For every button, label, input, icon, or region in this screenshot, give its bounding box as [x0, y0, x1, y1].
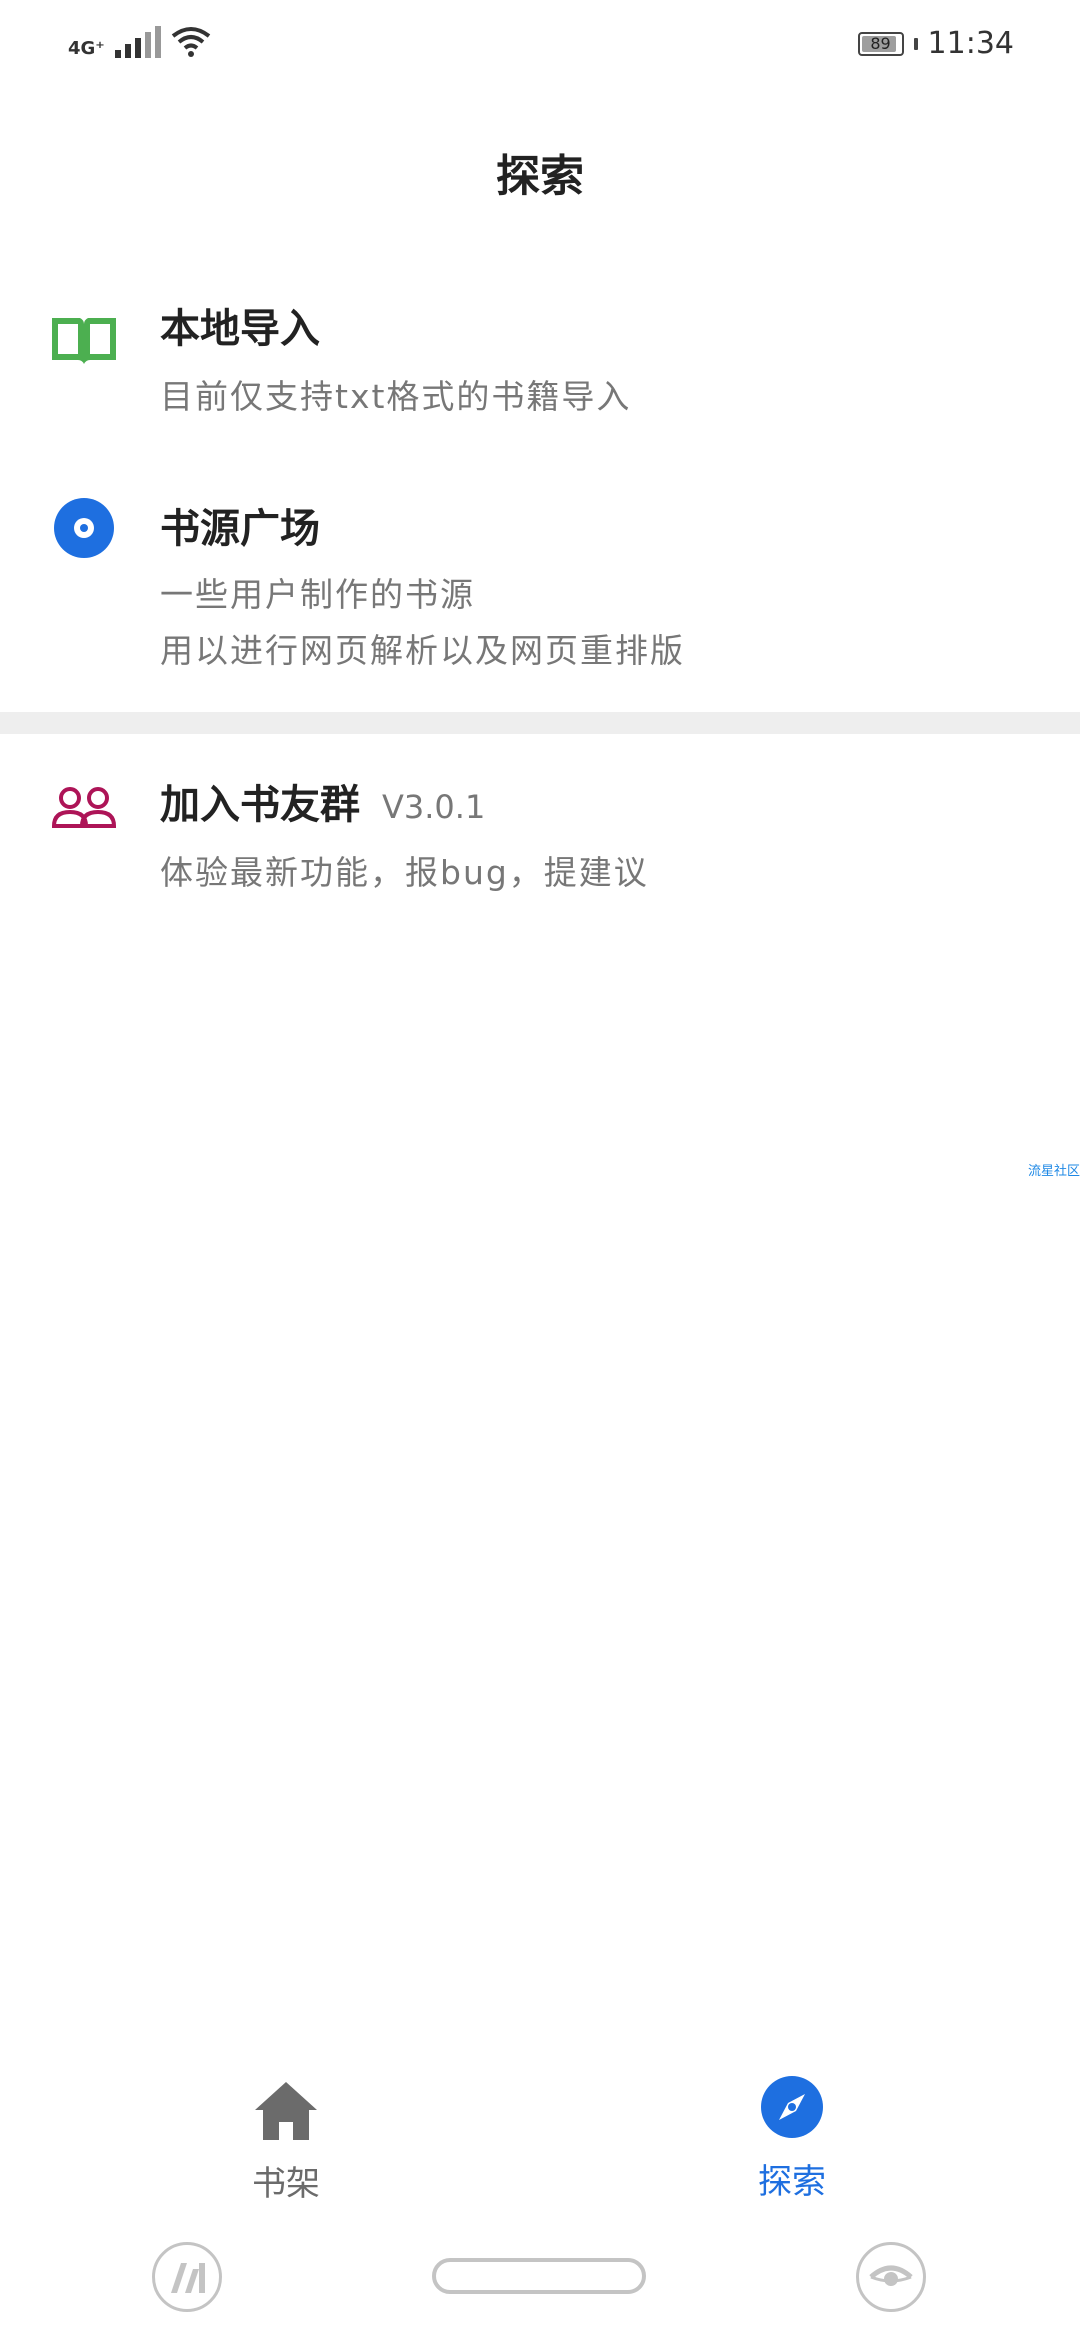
book-source-title: 书源广场 — [160, 506, 320, 552]
local-import-title: 本地导入 — [160, 306, 320, 352]
join-group-desc: 体验最新功能，报bug，提建议 — [160, 853, 649, 892]
book-source-desc-2: 用以进行网页解析以及网页重排版 — [160, 631, 685, 670]
app-drawer-icon — [171, 2263, 205, 2293]
watermark-text: 流星社区 — [1027, 1164, 1080, 1179]
bottom-nav: 书架 探索 — [0, 2050, 1080, 2220]
battery-icon: 89 — [857, 31, 904, 56]
compass-icon — [761, 2076, 823, 2138]
join-group-item[interactable]: 加入书友群 V3.0.1 体验最新功能，报bug，提建议 — [0, 770, 1080, 910]
network-type: 4G⁺ — [68, 38, 105, 59]
local-import-desc: 目前仅支持txt格式的书籍导入 — [160, 377, 632, 416]
tab-bookshelf[interactable]: 书架 — [186, 2050, 386, 2205]
status-right: 89 11:34 — [857, 26, 1014, 61]
status-bar: 4G⁺ 89 11:34 — [0, 0, 1080, 90]
book-source-item[interactable]: 书源广场 一些用户制作的书源 用以进行网页解析以及网页重排版 — [0, 490, 1080, 680]
battery-level: 89 — [870, 33, 891, 53]
signal-icon — [114, 22, 161, 58]
people-icon — [51, 787, 117, 828]
eye-icon — [869, 2265, 913, 2286]
record-disc-icon — [54, 498, 114, 558]
local-import-item[interactable]: 本地导入 目前仅支持txt格式的书籍导入 — [0, 290, 1080, 440]
section-divider — [0, 712, 1080, 734]
page-title: 探索 — [496, 151, 584, 202]
clock: 11:34 — [927, 26, 1014, 61]
join-group-title-row: 加入书友群 V3.0.1 — [160, 772, 485, 830]
status-left: 4G⁺ — [68, 22, 211, 58]
tab-explore-label: 探索 — [758, 2162, 826, 2202]
app-drawer-button[interactable] — [152, 2242, 222, 2312]
home-pill[interactable] — [432, 2258, 646, 2294]
book-source-desc-1: 一些用户制作的书源 — [160, 575, 475, 614]
version-label: V3.0.1 — [382, 788, 486, 826]
system-nav-bar — [0, 2230, 1080, 2340]
home-icon — [255, 2082, 317, 2140]
open-book-icon — [52, 318, 116, 364]
tab-explore[interactable]: 探索 — [692, 2050, 892, 2203]
tab-bookshelf-label: 书架 — [252, 2164, 320, 2204]
eye-button[interactable] — [856, 2242, 926, 2312]
wifi-icon — [171, 27, 211, 57]
join-group-title: 加入书友群 — [160, 782, 360, 828]
